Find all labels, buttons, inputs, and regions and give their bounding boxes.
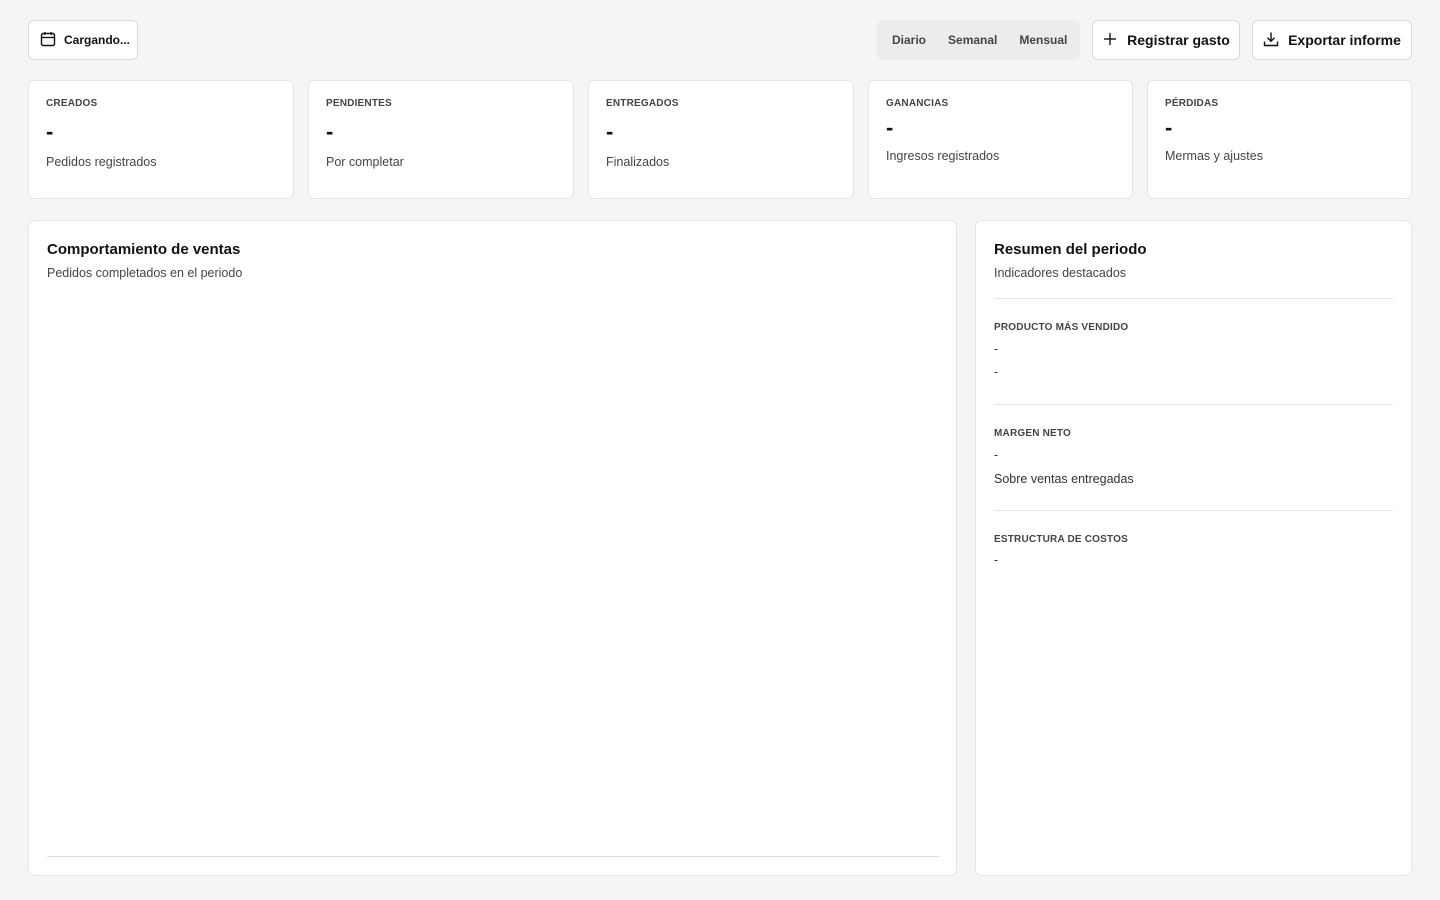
kpi-card-earnings: GANANCIAS - Ingresos registrados bbox=[868, 80, 1133, 199]
sales-chart-area bbox=[47, 301, 939, 857]
top-product-detail: - bbox=[994, 365, 999, 379]
kpi-value: - bbox=[886, 115, 894, 140]
register-expense-label: Registrar gasto bbox=[1127, 32, 1230, 48]
cost-structure-value: - bbox=[994, 553, 999, 567]
summary-subtitle: Indicadores destacados bbox=[994, 266, 1127, 280]
kpi-value: - bbox=[46, 119, 54, 144]
sales-chart-subtitle: Pedidos completados en el periodo bbox=[47, 266, 243, 280]
summary-title: Resumen del periodo bbox=[994, 241, 1147, 258]
top-product-label: PRODUCTO MÁS VENDIDO bbox=[994, 322, 1129, 333]
kpi-card-created: CREADOS - Pedidos registrados bbox=[28, 80, 294, 199]
download-icon bbox=[1263, 31, 1279, 50]
kpi-description: Por completar bbox=[326, 155, 404, 169]
sales-chart-title: Comportamiento de ventas bbox=[47, 241, 241, 258]
dashboard: Cargando... Diario Semanal Mensual Regis… bbox=[0, 0, 1440, 900]
calendar-icon bbox=[40, 31, 56, 50]
kpi-card-losses: PÉRDIDAS - Mermas y ajustes bbox=[1147, 80, 1412, 199]
kpi-value: - bbox=[606, 119, 614, 144]
net-margin-description: Sobre ventas entregadas bbox=[994, 472, 1134, 486]
period-weekly-tab[interactable]: Semanal bbox=[937, 24, 1008, 56]
kpi-description: Finalizados bbox=[606, 155, 670, 169]
register-expense-button[interactable]: Registrar gasto bbox=[1092, 20, 1240, 60]
kpi-label: PÉRDIDAS bbox=[1165, 98, 1219, 109]
export-report-label: Exportar informe bbox=[1288, 32, 1401, 48]
export-report-button[interactable]: Exportar informe bbox=[1252, 20, 1412, 60]
period-monthly-tab[interactable]: Mensual bbox=[1008, 24, 1078, 56]
kpi-value: - bbox=[1165, 115, 1173, 140]
period-summary-panel: Resumen del periodo Indicadores destacad… bbox=[975, 220, 1412, 876]
kpi-description: Mermas y ajustes bbox=[1165, 149, 1263, 163]
toolbar: Cargando... Diario Semanal Mensual Regis… bbox=[28, 20, 1412, 60]
net-margin-label: MARGEN NETO bbox=[994, 428, 1072, 439]
kpi-label: PENDIENTES bbox=[326, 98, 392, 109]
plus-icon bbox=[1102, 31, 1118, 50]
net-margin-value: - bbox=[994, 448, 999, 462]
kpi-value: - bbox=[326, 119, 334, 144]
kpi-description: Ingresos registrados bbox=[886, 149, 1000, 163]
kpi-label: ENTREGADOS bbox=[606, 98, 679, 109]
period-daily-tab[interactable]: Diario bbox=[881, 24, 937, 56]
top-product-name: - bbox=[994, 342, 999, 356]
date-range-label: Cargando... bbox=[64, 33, 131, 47]
kpi-card-delivered: ENTREGADOS - Finalizados bbox=[588, 80, 854, 199]
divider bbox=[994, 404, 1393, 405]
sales-chart-panel: Comportamiento de ventas Pedidos complet… bbox=[28, 220, 957, 876]
kpi-label: GANANCIAS bbox=[886, 98, 949, 109]
divider bbox=[994, 510, 1393, 511]
kpi-card-pending: PENDIENTES - Por completar bbox=[308, 80, 574, 199]
kpi-description: Pedidos registrados bbox=[46, 155, 157, 169]
divider bbox=[994, 298, 1393, 299]
date-range-button[interactable]: Cargando... bbox=[28, 20, 138, 60]
period-selector: Diario Semanal Mensual bbox=[877, 20, 1080, 60]
kpi-label: CREADOS bbox=[46, 98, 98, 109]
cost-structure-label: ESTRUCTURA DE COSTOS bbox=[994, 534, 1129, 545]
chart-x-axis bbox=[47, 856, 939, 857]
